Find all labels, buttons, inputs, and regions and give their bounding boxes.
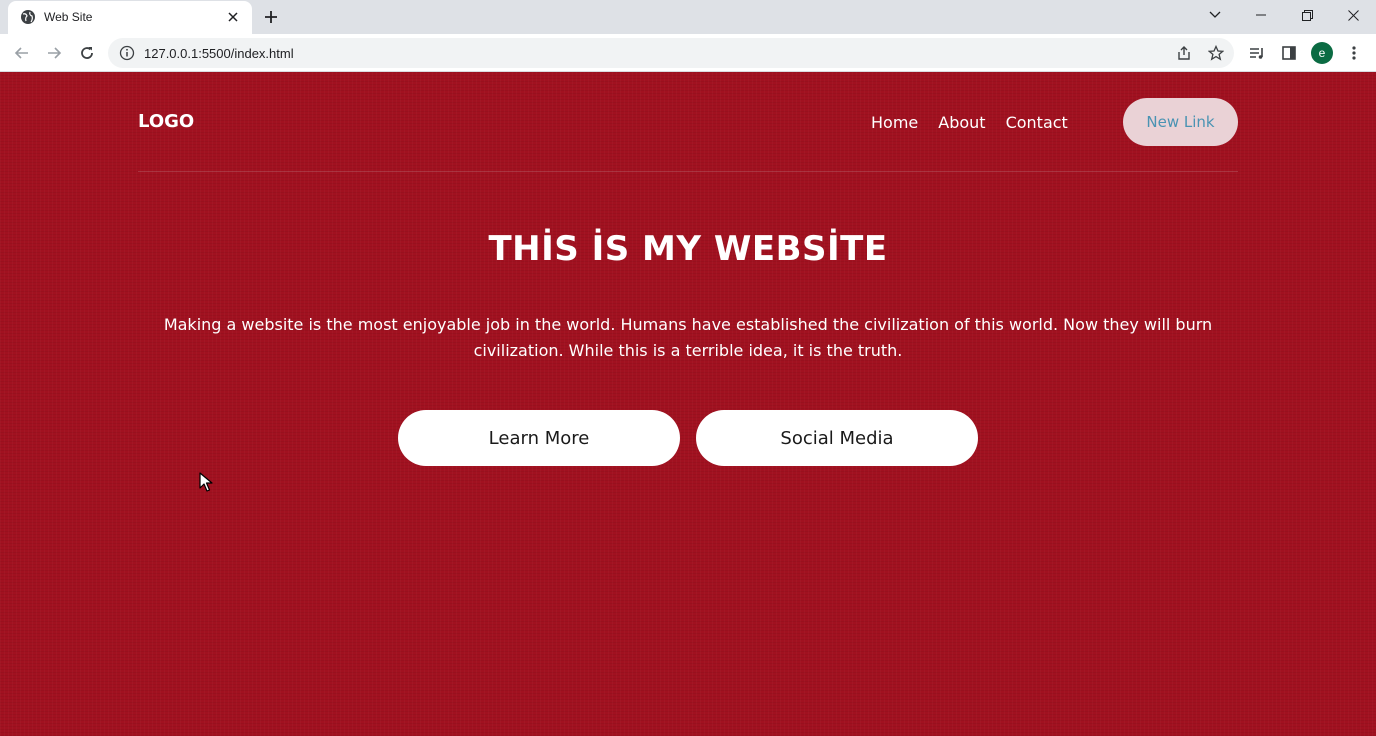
nav-link-about[interactable]: About — [938, 113, 985, 133]
nav-link-home[interactable]: Home — [871, 113, 918, 133]
side-panel-icon[interactable] — [1280, 44, 1298, 62]
address-bar[interactable]: 127.0.0.1:5500/index.html — [108, 38, 1234, 68]
site-navbar: LOGO Home About Contact New Link — [138, 98, 1238, 146]
menu-kebab-icon[interactable] — [1345, 44, 1363, 62]
browser-toolbar: 127.0.0.1:5500/index.html e — [0, 34, 1376, 72]
learn-more-button[interactable]: Learn More — [398, 410, 680, 466]
globe-icon — [21, 10, 35, 24]
reading-list-icon[interactable] — [1248, 44, 1266, 62]
restore-icon[interactable] — [1284, 0, 1330, 30]
close-window-icon[interactable] — [1330, 0, 1376, 30]
back-icon[interactable] — [13, 44, 31, 62]
url-text[interactable]: 127.0.0.1:5500/index.html — [144, 46, 294, 61]
info-icon[interactable] — [119, 45, 135, 61]
bookmark-star-icon[interactable] — [1208, 45, 1224, 61]
tab-search-icon[interactable] — [1192, 0, 1238, 30]
browser-tab[interactable]: Web Site — [8, 1, 252, 34]
hero-title: THİS İS MY WEBSİTE — [488, 229, 888, 269]
site-logo[interactable]: LOGO — [138, 111, 194, 132]
page-viewport: LOGO Home About Contact New Link THİS İS… — [0, 72, 1376, 736]
tab-title: Web Site — [44, 10, 93, 24]
nav-link-contact[interactable]: Contact — [1006, 113, 1068, 133]
mouse-cursor-icon — [199, 472, 213, 492]
minimize-icon[interactable] — [1238, 0, 1284, 30]
forward-icon[interactable] — [45, 44, 63, 62]
nav-divider — [138, 171, 1238, 172]
share-icon[interactable] — [1176, 45, 1192, 61]
close-tab-icon[interactable] — [225, 9, 241, 25]
new-tab-icon[interactable] — [262, 8, 280, 26]
nav-links: Home About Contact — [871, 113, 1068, 133]
reload-icon[interactable] — [78, 44, 96, 62]
browser-tabstrip: Web Site — [0, 0, 1376, 34]
social-media-button[interactable]: Social Media — [696, 410, 978, 466]
profile-avatar[interactable]: e — [1311, 42, 1333, 64]
new-link-button[interactable]: New Link — [1123, 98, 1238, 146]
hero-description: Making a website is the most enjoyable j… — [163, 315, 1213, 360]
